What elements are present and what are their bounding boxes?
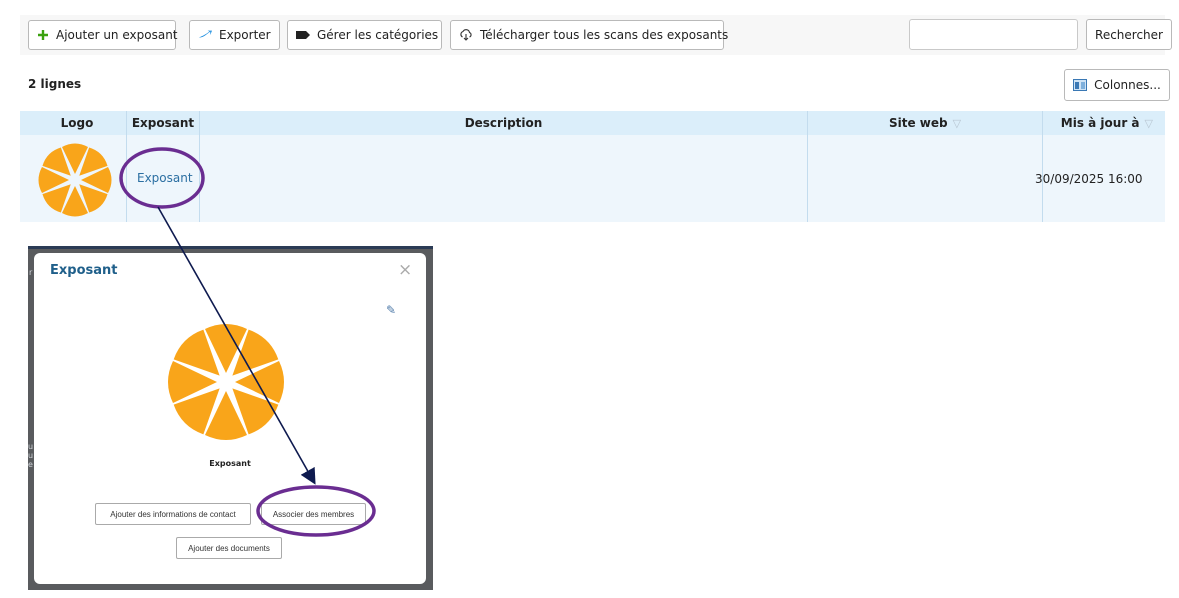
export-button[interactable]: Exporter (189, 20, 280, 50)
close-icon[interactable]: × (398, 260, 412, 280)
updated-cell: 30/09/2025 16:00 (1035, 172, 1143, 186)
columns-label: Colonnes... (1094, 78, 1161, 92)
search-input[interactable] (909, 19, 1078, 50)
table-header: Logo Exposant Description Site web ▽ Mis… (20, 111, 1165, 135)
header-description[interactable]: Description (200, 111, 807, 135)
add-contact-info-button[interactable]: Ajouter des informations de contact (95, 503, 251, 525)
search-button-label: Rechercher (1095, 27, 1163, 42)
column-divider (1042, 111, 1043, 222)
backdrop-fragment: uue (28, 442, 34, 469)
plus-icon (37, 28, 49, 42)
modal-title: Exposant (50, 263, 118, 278)
download-scans-button[interactable]: Télécharger tous les scans des exposants (450, 20, 728, 50)
modal-logo (168, 324, 284, 440)
associate-members-button[interactable]: Associer des membres (261, 503, 366, 525)
header-logo[interactable]: Logo (28, 111, 126, 135)
column-divider (807, 111, 808, 222)
tag-icon (296, 28, 310, 42)
column-divider (126, 111, 127, 222)
exhibitor-logo (38, 143, 112, 217)
export-icon (198, 28, 212, 42)
modal-exhibitor-name: Exposant (209, 459, 251, 468)
manage-categories-button[interactable]: Gérer les catégories (287, 20, 442, 50)
export-label: Exporter (219, 28, 271, 42)
add-exhibitor-button[interactable]: Ajouter un exposant (28, 20, 178, 50)
exhibitor-modal: Exposant × ✎ Exposant Ajouter des inform… (34, 253, 426, 584)
columns-icon (1073, 78, 1088, 92)
search-button[interactable]: Rechercher (1086, 19, 1172, 50)
exhibitor-link[interactable]: Exposant (137, 171, 193, 185)
download-scans-label: Télécharger tous les scans des exposants (480, 28, 729, 42)
column-divider (199, 111, 200, 222)
orange-slice-logo-icon (168, 324, 284, 440)
header-site-web[interactable]: Site web ▽ (808, 111, 1042, 135)
modal-backdrop-top (28, 246, 433, 249)
filter-icon[interactable]: ▽ (953, 117, 961, 130)
cloud-download-icon (459, 28, 473, 42)
row-count: 2 lignes (28, 77, 82, 91)
manage-categories-label: Gérer les catégories (317, 28, 439, 42)
backdrop-fragment: r (29, 268, 33, 277)
orange-slice-logo-icon (38, 143, 112, 217)
header-updated[interactable]: Mis à jour à ▽ (1043, 111, 1165, 135)
filter-icon[interactable]: ▽ (1145, 117, 1153, 130)
add-documents-button[interactable]: Ajouter des documents (176, 537, 282, 559)
add-exhibitor-label: Ajouter un exposant (56, 28, 178, 42)
pencil-icon[interactable]: ✎ (386, 303, 396, 317)
columns-button[interactable]: Colonnes... (1064, 69, 1170, 101)
header-exposant[interactable]: Exposant (127, 111, 199, 135)
